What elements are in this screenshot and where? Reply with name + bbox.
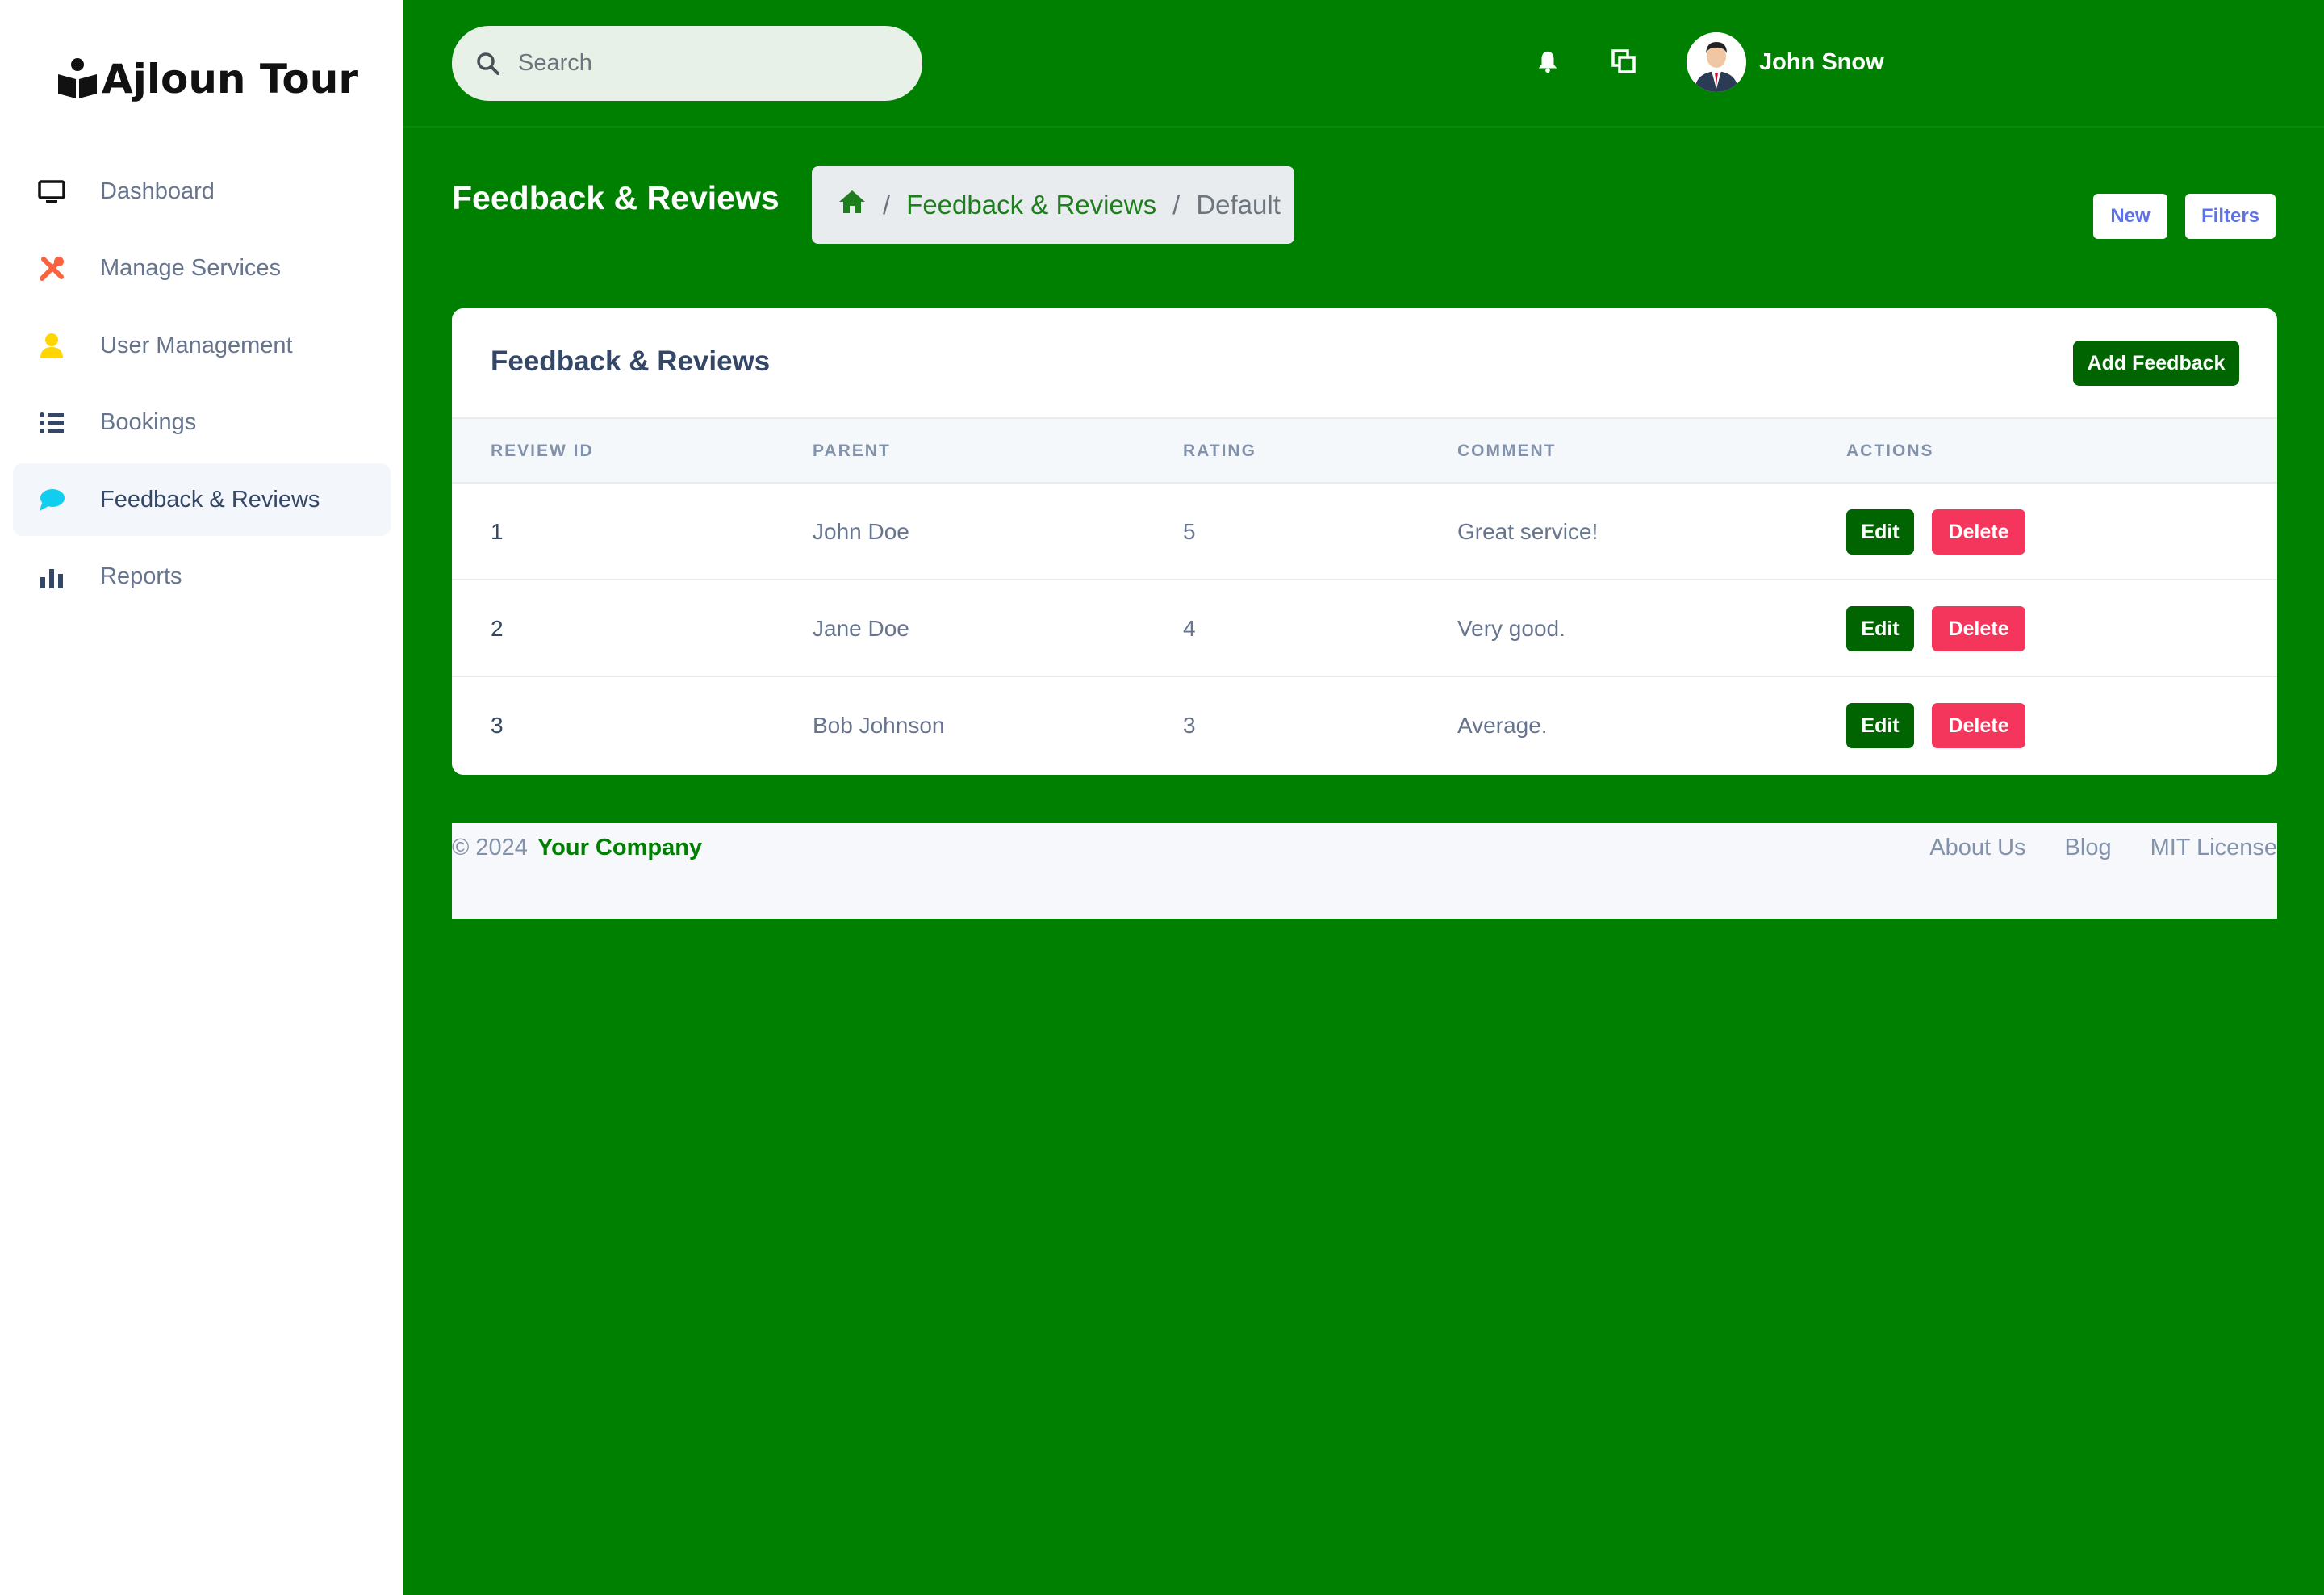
column-header-comment: COMMENT — [1457, 442, 1557, 460]
chat-bubble-icon — [36, 484, 68, 516]
table-row: 3 Bob Johnson 3 Average. Edit Delete — [452, 677, 2277, 774]
sidebar-nav: Dashboard Manage Services User Managemen… — [13, 155, 391, 617]
breadcrumb-link[interactable]: Feedback & Reviews — [906, 190, 1156, 220]
user-name: John Snow — [1759, 48, 1884, 75]
table-row: 2 Jane Doe 4 Very good. Edit Delete — [452, 580, 2277, 677]
footer-links: About Us Blog MIT License — [1929, 835, 2277, 861]
cell-parent: Bob Johnson — [813, 713, 945, 738]
card-title: Feedback & Reviews — [491, 345, 771, 377]
search-box[interactable] — [452, 26, 922, 101]
table-row: 1 John Doe 5 Great service! Edit Delete — [452, 484, 2277, 580]
cell-review-id: 2 — [491, 616, 504, 641]
cell-review-id: 3 — [491, 713, 504, 738]
table-header: REVIEW ID PARENT RATING COMMENT ACTIONS — [452, 417, 2277, 484]
sidebar-item-label: Bookings — [100, 409, 197, 435]
delete-button[interactable]: Delete — [1932, 509, 2025, 555]
delete-button[interactable]: Delete — [1932, 606, 2025, 651]
user-menu[interactable]: John Snow — [1687, 32, 1884, 92]
sidebar-item-feedback-reviews[interactable]: Feedback & Reviews — [13, 463, 391, 536]
breadcrumb-current: Default — [1196, 190, 1281, 220]
footer-link-mit-license[interactable]: MIT License — [2151, 835, 2277, 861]
cell-comment: Very good. — [1457, 616, 1565, 641]
delete-button[interactable]: Delete — [1932, 703, 2025, 748]
breadcrumb: / Feedback & Reviews / Default — [812, 166, 1294, 244]
footer: © 2024 Your Company About Us Blog MIT Lic… — [452, 823, 2277, 919]
bar-chart-icon — [36, 561, 68, 593]
page-title: Feedback & Reviews — [452, 179, 780, 216]
copyright: © 2024 Your Company — [452, 835, 702, 861]
cell-comment: Great service! — [1457, 519, 1599, 544]
breadcrumb-separator: / — [1172, 190, 1181, 220]
sidebar-item-manage-services[interactable]: Manage Services — [13, 232, 391, 305]
cell-parent: John Doe — [813, 519, 909, 544]
tools-icon — [36, 253, 68, 285]
company-link[interactable]: Your Company — [537, 835, 702, 860]
add-feedback-button[interactable]: Add Feedback — [2073, 341, 2239, 386]
new-button[interactable]: New — [2093, 194, 2167, 239]
cell-review-id: 1 — [491, 519, 504, 544]
bell-icon[interactable] — [1532, 45, 1564, 77]
monitor-icon — [36, 175, 68, 207]
filters-button[interactable]: Filters — [2185, 194, 2276, 239]
top-bar — [403, 0, 2324, 128]
breadcrumb-separator: / — [883, 190, 891, 220]
copyright-text: © 2024 — [452, 835, 528, 860]
sidebar: Ajloun Tour Dashboard Manage Services Us… — [0, 0, 403, 1595]
sidebar-item-label: Manage Services — [100, 255, 282, 281]
copy-icon[interactable] — [1607, 45, 1640, 77]
column-header-actions: ACTIONS — [1846, 442, 1934, 460]
sidebar-item-user-management[interactable]: User Management — [13, 309, 391, 382]
book-reader-icon — [58, 58, 97, 98]
search-icon — [477, 52, 499, 75]
sidebar-item-bookings[interactable]: Bookings — [13, 387, 391, 459]
edit-button[interactable]: Edit — [1846, 606, 1914, 651]
sidebar-item-label: User Management — [100, 332, 293, 358]
brand-logo[interactable]: Ajloun Tour — [55, 47, 358, 111]
cell-rating: 4 — [1183, 616, 1196, 641]
sidebar-item-dashboard[interactable]: Dashboard — [13, 155, 391, 228]
home-icon[interactable] — [838, 189, 867, 221]
feedback-card: Feedback & Reviews Add Feedback REVIEW I… — [452, 308, 2277, 775]
cell-comment: Average. — [1457, 713, 1548, 738]
sidebar-item-reports[interactable]: Reports — [13, 541, 391, 613]
list-icon — [36, 407, 68, 439]
cell-parent: Jane Doe — [813, 616, 909, 641]
sidebar-item-label: Dashboard — [100, 178, 215, 204]
footer-link-blog[interactable]: Blog — [2065, 835, 2112, 861]
edit-button[interactable]: Edit — [1846, 703, 1914, 748]
cell-rating: 3 — [1183, 713, 1196, 738]
avatar — [1687, 32, 1746, 92]
column-header-rating: RATING — [1183, 442, 1256, 460]
search-input[interactable] — [518, 50, 889, 77]
user-icon — [36, 329, 68, 362]
column-header-parent: PARENT — [813, 442, 891, 460]
footer-link-about-us[interactable]: About Us — [1929, 835, 2025, 861]
edit-button[interactable]: Edit — [1846, 509, 1914, 555]
column-header-review-id: REVIEW ID — [491, 442, 594, 460]
sidebar-item-label: Feedback & Reviews — [100, 486, 320, 513]
sidebar-item-label: Reports — [100, 563, 182, 589]
cell-rating: 5 — [1183, 519, 1196, 544]
brand-name: Ajloun Tour — [102, 56, 358, 103]
